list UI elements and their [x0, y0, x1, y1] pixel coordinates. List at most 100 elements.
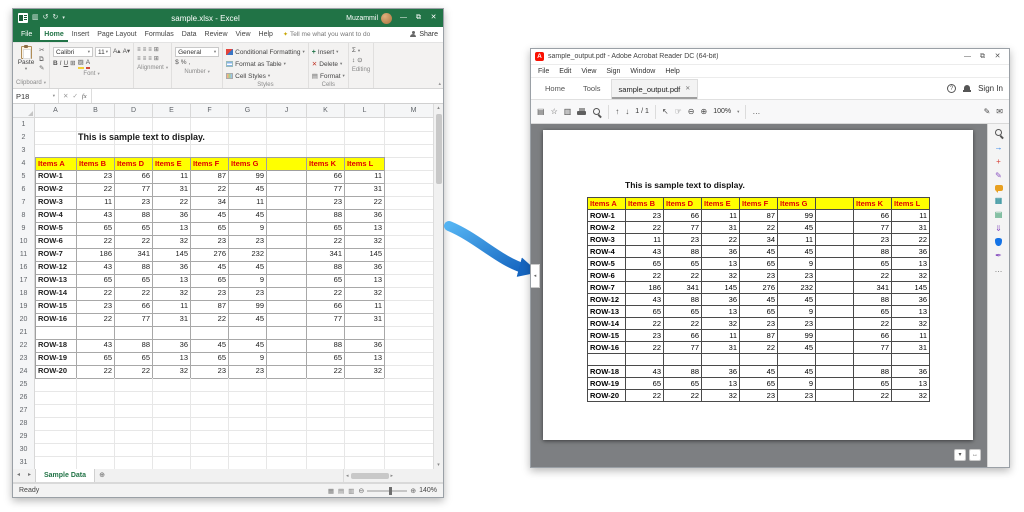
excel-row-header-25[interactable]: 25	[13, 378, 35, 392]
excel-row-header-17[interactable]: 17	[13, 274, 35, 288]
excel-cell-A18[interactable]: ROW-14	[35, 287, 77, 301]
excel-row-header-20[interactable]: 20	[13, 313, 35, 327]
excel-cell-A25[interactable]	[35, 378, 77, 392]
excel-cell-D16[interactable]: 88	[115, 261, 153, 275]
align-left-icon[interactable]: ≡	[137, 56, 141, 63]
excel-cell-F20[interactable]: 22	[191, 313, 229, 327]
zoom-in-icon[interactable]: ⊕	[701, 107, 708, 117]
excel-cell-D6[interactable]: 77	[115, 183, 153, 197]
excel-column-header-L[interactable]: L	[345, 104, 385, 118]
excel-cell-F6[interactable]: 22	[191, 183, 229, 197]
align-center-icon[interactable]: ≡	[143, 56, 147, 63]
excel-cell-F27[interactable]	[191, 404, 229, 418]
excel-row-header-30[interactable]: 30	[13, 443, 35, 457]
excel-cell-F19[interactable]: 87	[191, 300, 229, 314]
align-middle-icon[interactable]: ≡	[143, 47, 147, 54]
excel-cell-L22[interactable]: 36	[345, 339, 385, 353]
excel-cell-G26[interactable]	[229, 391, 267, 405]
excel-cell-D3[interactable]	[115, 144, 153, 158]
excel-cell-E19[interactable]: 11	[153, 300, 191, 314]
excel-cell-K3[interactable]	[307, 144, 345, 158]
excel-cell-G6[interactable]: 45	[229, 183, 267, 197]
font-name-select[interactable]: Calibri▾	[53, 47, 93, 57]
excel-cell-F24[interactable]: 23	[191, 365, 229, 379]
excel-cell-K16[interactable]: 88	[307, 261, 345, 275]
excel-cell-E30[interactable]	[153, 443, 191, 457]
excel-cell-B6[interactable]: 22	[77, 183, 115, 197]
excel-cell-A20[interactable]: ROW-16	[35, 313, 77, 327]
normal-view-icon[interactable]: ▦	[328, 487, 334, 495]
excel-cell-F16[interactable]: 45	[191, 261, 229, 275]
excel-row-header-23[interactable]: 23	[13, 352, 35, 366]
excel-cell-F1[interactable]	[191, 118, 229, 132]
excel-cell-G25[interactable]	[229, 378, 267, 392]
excel-cell-D29[interactable]	[115, 430, 153, 444]
excel-cell-J4[interactable]	[267, 157, 307, 171]
excel-cell-B5[interactable]: 23	[77, 170, 115, 184]
edit-pdf-tool-icon[interactable]: ✎	[995, 171, 1002, 180]
excel-cell-G11[interactable]: 232	[229, 248, 267, 262]
excel-cell-G10[interactable]: 23	[229, 235, 267, 249]
comment-tool-icon[interactable]	[995, 185, 1003, 191]
excel-tellme[interactable]: ✦ Tell me what you want to do	[283, 27, 370, 42]
excel-cell-D27[interactable]	[115, 404, 153, 418]
excel-cell-J27[interactable]	[267, 404, 307, 418]
excel-row-header-26[interactable]: 26	[13, 391, 35, 405]
excel-cell-A23[interactable]: ROW-19	[35, 352, 77, 366]
excel-cell-B21[interactable]	[77, 326, 115, 340]
excel-cell-B17[interactable]: 65	[77, 274, 115, 288]
excel-cell-B30[interactable]	[77, 443, 115, 457]
excel-cell-L30[interactable]	[345, 443, 385, 457]
excel-cell-D28[interactable]	[115, 417, 153, 431]
excel-cell-J5[interactable]	[267, 170, 307, 184]
excel-cell-J16[interactable]	[267, 261, 307, 275]
excel-cell-J29[interactable]	[267, 430, 307, 444]
excel-cell-L16[interactable]: 36	[345, 261, 385, 275]
excel-cell-D17[interactable]: 65	[115, 274, 153, 288]
zoom-in-icon[interactable]: ⊕	[410, 487, 416, 495]
pdf-menu-view[interactable]: View	[576, 68, 601, 75]
conditional-formatting-button[interactable]: Conditional Formatting ▾	[226, 47, 305, 57]
excel-cell-A2[interactable]	[35, 131, 77, 145]
excel-cell-K23[interactable]: 65	[307, 352, 345, 366]
excel-cell-L18[interactable]: 32	[345, 287, 385, 301]
excel-cell-F23[interactable]: 65	[191, 352, 229, 366]
more-tools-rail-icon[interactable]: …	[995, 265, 1003, 274]
excel-tab-data[interactable]: Data	[178, 27, 201, 42]
excel-cell-L26[interactable]	[345, 391, 385, 405]
fit-width-icon[interactable]: ↔	[969, 449, 981, 461]
excel-cell-J1[interactable]	[267, 118, 307, 132]
excel-cell-B23[interactable]: 65	[77, 352, 115, 366]
excel-cell-B28[interactable]	[77, 417, 115, 431]
sheet-nav-left-icon[interactable]: ◂	[13, 469, 24, 482]
excel-cell-L4[interactable]: Items L	[345, 157, 385, 171]
excel-tab-home[interactable]: Home	[40, 27, 67, 42]
excel-cell-G22[interactable]: 45	[229, 339, 267, 353]
excel-cell-F26[interactable]	[191, 391, 229, 405]
excel-cell-A4[interactable]: Items A	[35, 157, 77, 171]
excel-cell-L2[interactable]	[345, 131, 385, 145]
pdf-document-tab[interactable]: sample_output.pdf ✕	[611, 79, 699, 99]
search-tool-icon[interactable]	[994, 128, 1004, 138]
excel-cell-G4[interactable]: Items G	[229, 157, 267, 171]
format-painter-icon[interactable]: ✎	[39, 65, 44, 72]
excel-cell-K11[interactable]: 341	[307, 248, 345, 262]
collapse-panel-icon[interactable]: ◂	[531, 264, 540, 288]
excel-cell-K22[interactable]: 88	[307, 339, 345, 353]
excel-column-header-F[interactable]: F	[191, 104, 229, 118]
excel-tab-file[interactable]: File	[13, 27, 40, 42]
excel-cell-K10[interactable]: 22	[307, 235, 345, 249]
borders-icon[interactable]: ⊞	[70, 60, 75, 68]
print-icon[interactable]	[577, 108, 586, 116]
excel-cell-A22[interactable]: ROW-18	[35, 339, 77, 353]
excel-minimize-button[interactable]: ―	[396, 9, 411, 27]
excel-cell-E8[interactable]: 36	[153, 209, 191, 223]
excel-tab-review[interactable]: Review	[201, 27, 232, 42]
excel-cell-B11[interactable]: 186	[77, 248, 115, 262]
excel-cell-A24[interactable]: ROW-20	[35, 365, 77, 379]
excel-cell-G16[interactable]: 45	[229, 261, 267, 275]
excel-cell-K4[interactable]: Items K	[307, 157, 345, 171]
excel-cell-D22[interactable]: 88	[115, 339, 153, 353]
font-size-select[interactable]: 11▾	[95, 47, 111, 57]
excel-cell-K28[interactable]	[307, 417, 345, 431]
